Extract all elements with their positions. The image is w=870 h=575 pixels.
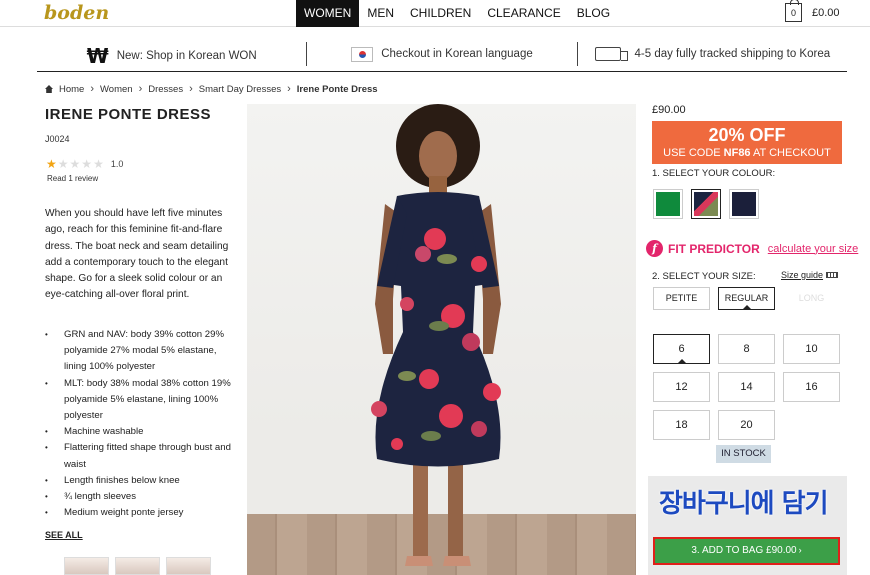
calculate-size-link[interactable]: calculate your size — [768, 243, 859, 255]
fit-predictor-title: FIT PREDICTOR — [668, 241, 760, 256]
shopping-bag-icon[interactable]: 0 — [785, 0, 802, 22]
korean-overlay-label: 장바구니에 담기 — [659, 489, 828, 519]
star-filled-icon: ★ — [46, 157, 57, 171]
product-title: IRENE PONTE DRESS — [45, 106, 212, 123]
won-currency-icon: ₩ — [86, 43, 109, 68]
size-label: 2. SELECT YOUR SIZE: — [652, 271, 756, 282]
feature-item: Flattering fitted shape through bust and… — [45, 440, 240, 472]
main-nav: WOMEN MEN CHILDREN CLEARANCE BLOG — [296, 0, 618, 27]
star-empty-icon: ★ — [81, 157, 93, 171]
shop-in-won[interactable]: ₩ New: Shop in Korean WON — [37, 40, 306, 71]
product-description: When you should have left five minutes a… — [45, 208, 229, 301]
size-16[interactable]: 16 — [783, 372, 840, 402]
breadcrumb: Home › Women › Dresses › Smart Day Dress… — [45, 83, 378, 95]
fit-petite[interactable]: PETITE — [653, 287, 710, 310]
product-thumbnail[interactable] — [115, 557, 160, 575]
shop-won-text: New: Shop in Korean WON — [116, 49, 257, 62]
crumb-women[interactable]: Women — [100, 84, 133, 95]
see-all-link[interactable]: SEE ALL — [45, 530, 83, 540]
info-strip: ₩ New: Shop in Korean WON Checkout in Ko… — [37, 40, 847, 72]
size-8[interactable]: 8 — [718, 334, 775, 364]
nav-men[interactable]: MEN — [359, 0, 402, 27]
size-6[interactable]: 6 — [653, 334, 710, 364]
cart-total[interactable]: £0.00 — [812, 7, 840, 19]
rating-value: 1.0 — [110, 159, 124, 169]
colour-label: 1. SELECT YOUR COLOUR: — [652, 168, 776, 179]
fit-regular[interactable]: REGULAR — [718, 287, 775, 310]
size-guide-text: Size guide — [781, 270, 824, 280]
size-20[interactable]: 20 — [718, 410, 775, 440]
feature-item: ¾ length sleeves — [45, 489, 240, 505]
shipping-info[interactable]: 4-5 day fully tracked shipping to Korea — [576, 42, 847, 66]
promo-headline: 20% OFF — [708, 125, 786, 145]
feature-item: Length finishes below knee — [45, 473, 240, 489]
size-10[interactable]: 10 — [783, 334, 840, 364]
chevron-right-icon: › — [798, 545, 802, 555]
product-sku: J0024 — [45, 134, 70, 144]
feature-item: MLT: body 38% modal 38% cotton 19% polya… — [45, 376, 240, 425]
chevron-right-icon: › — [189, 83, 193, 95]
product-price: £90.00 — [652, 104, 686, 116]
thumbnail-strip — [64, 557, 211, 575]
stock-badge: IN STOCK — [716, 445, 771, 463]
checkout-korean[interactable]: Checkout in Korean language — [306, 42, 576, 66]
ruler-icon — [826, 272, 839, 278]
checkout-korean-text: Checkout in Korean language — [381, 48, 533, 60]
chevron-right-icon: › — [287, 83, 291, 95]
nav-women[interactable]: WOMEN — [296, 0, 360, 27]
promo-code-line: USE CODE NF86 AT CHECKOUT — [663, 147, 831, 159]
add-to-bag-label: 3. ADD TO BAG £90.00 — [691, 545, 797, 556]
nav-clearance[interactable]: CLEARANCE — [479, 0, 568, 27]
fit-long: LONG — [783, 287, 840, 310]
boden-logo[interactable]: boden — [44, 2, 109, 24]
size-14[interactable]: 14 — [718, 372, 775, 402]
product-thumbnail[interactable] — [166, 557, 211, 575]
feature-item: GRN and NAV: body 39% cotton 29% polyami… — [45, 327, 240, 376]
swatch-floral[interactable] — [691, 189, 721, 219]
size-guide-link[interactable]: Size guide — [781, 270, 839, 280]
size-18[interactable]: 18 — [653, 410, 710, 440]
crumb-current: Irene Ponte Dress — [296, 83, 378, 95]
feature-item: Machine washable — [45, 424, 240, 440]
product-thumbnail[interactable] — [64, 557, 109, 575]
top-bar: boden WOMEN MEN CHILDREN CLEARANCE BLOG … — [0, 0, 870, 27]
fit-predictor-icon: f — [646, 240, 663, 257]
feature-list: GRN and NAV: body 39% cotton 29% polyami… — [45, 327, 240, 522]
korea-flag-icon — [351, 46, 374, 62]
chevron-right-icon: › — [138, 83, 143, 95]
star-empty-icon: ★ — [69, 157, 81, 171]
size-grid: 6 8 10 12 14 16 18 20 — [653, 334, 840, 440]
read-reviews-link[interactable]: Read 1 review — [47, 174, 98, 183]
promo-banner: 20% OFF USE CODE NF86 AT CHECKOUT — [652, 121, 842, 164]
colour-swatches — [653, 189, 759, 219]
size-12[interactable]: 12 — [653, 372, 710, 402]
fit-predictor: f FIT PREDICTOR calculate your size — [646, 240, 858, 257]
home-icon[interactable] — [45, 85, 53, 93]
fit-options: PETITE REGULAR LONG — [653, 287, 840, 310]
nav-blog[interactable]: BLOG — [569, 0, 618, 27]
model-illustration — [371, 104, 501, 566]
crumb-smart-day-dresses[interactable]: Smart Day Dresses — [199, 84, 281, 95]
promo-code: NF86 — [723, 147, 751, 159]
crumb-dresses[interactable]: Dresses — [148, 84, 183, 95]
add-to-bag-button[interactable]: 3. ADD TO BAG £90.00 › — [653, 537, 840, 565]
swatch-navy[interactable] — [729, 189, 759, 219]
feature-item: Medium weight ponte jersey — [45, 505, 240, 521]
crumb-home[interactable]: Home — [59, 84, 84, 95]
rating-stars[interactable]: ★ ★ ★ ★ ★ 1.0 — [46, 157, 123, 171]
star-empty-icon: ★ — [93, 157, 104, 171]
delivery-truck-icon — [594, 47, 628, 61]
product-image[interactable] — [247, 104, 636, 575]
shipping-text: 4-5 day fully tracked shipping to Korea — [634, 48, 831, 60]
swatch-green[interactable] — [653, 189, 683, 219]
star-empty-icon: ★ — [57, 157, 69, 171]
cart[interactable]: 0 £0.00 — [785, 0, 840, 22]
chevron-right-icon: › — [90, 83, 95, 95]
nav-children[interactable]: CHILDREN — [402, 0, 479, 27]
